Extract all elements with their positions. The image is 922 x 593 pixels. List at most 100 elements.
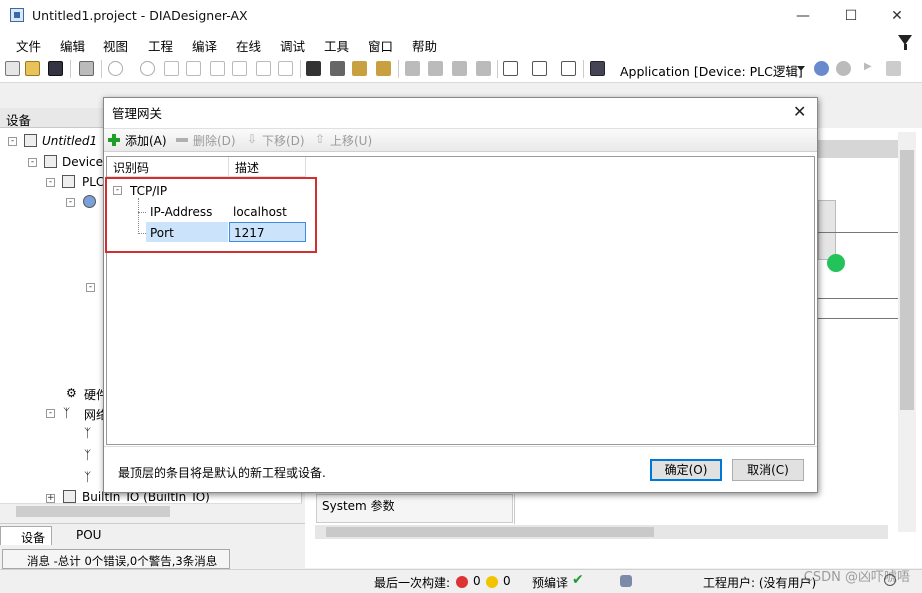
menu-tools[interactable]: 工具 [324,36,349,55]
layout-icon[interactable] [532,61,547,76]
tab-pou[interactable]: POU [56,526,107,545]
hardware-icon: ⚙ [66,386,77,400]
move-up-button[interactable]: 上移(U) [330,132,372,149]
move-down-button[interactable]: 下移(D) [262,132,305,149]
system-params-label: System 参数 [322,499,395,513]
divider [514,494,515,524]
menu-help[interactable]: 帮助 [412,36,437,55]
io-icon [63,490,76,503]
export-icon[interactable] [561,61,576,76]
menu-build[interactable]: 编译 [192,36,217,55]
find-next-icon[interactable] [352,61,367,76]
maximize-icon[interactable]: ☐ [828,6,874,26]
menu-project[interactable]: 工程 [148,36,173,55]
cancel-button[interactable]: 取消(C) [732,459,804,481]
print-icon[interactable] [79,61,94,76]
add-icon [108,134,120,146]
collapse-icon[interactable]: - [28,158,37,167]
chevron-down-icon[interactable] [797,66,805,71]
find-replace-icon[interactable] [330,61,345,76]
precompile-label: 预编译 [532,576,569,590]
open-icon[interactable] [25,61,40,76]
window-icon[interactable] [503,61,518,76]
add-button[interactable]: 添加(A) [125,132,167,149]
highlight-box [105,177,317,253]
minimize-icon[interactable]: — [780,6,826,26]
column-header-desc[interactable]: 描述 [229,157,306,177]
stop-icon[interactable] [886,61,901,76]
divider [104,446,817,447]
device-image [818,200,836,260]
back-icon[interactable] [108,61,123,76]
paste-icon[interactable] [256,61,271,76]
scrollbar-thumb[interactable] [900,150,914,410]
network-node-icon: ᛉ [84,426,92,440]
network-node-icon: ᛉ [84,470,92,484]
logout-icon[interactable] [836,61,851,76]
find-icon[interactable] [306,61,321,76]
new-icon[interactable] [5,61,20,76]
messages-summary[interactable]: 消息 -总计 0个错误,0个警告,3条消息 [2,549,230,569]
bookmark-icon[interactable] [405,61,420,76]
collapse-icon[interactable]: - [66,198,75,207]
arrow-up-icon: ⇧ [315,132,326,146]
undo-icon[interactable] [164,61,179,76]
filter-icon[interactable] [898,35,912,50]
settings-icon[interactable] [884,574,896,586]
application-selector[interactable]: Application [Device: PLC逻辑] [620,61,803,80]
close-icon[interactable]: ✕ [874,6,920,26]
collapse-icon[interactable]: - [86,283,95,292]
scrollbar-thumb[interactable] [326,527,654,537]
cut-icon[interactable] [210,61,225,76]
find-prev-icon[interactable] [376,61,391,76]
warning-count: 0 [503,574,511,588]
error-count: 0 [473,574,481,588]
menu-bar: 文件 编辑 视图 工程 编译 在线 调试 工具 窗口 帮助 [0,31,922,55]
menu-debug[interactable]: 调试 [280,36,305,55]
dialog-title: 管理网关 [112,106,163,121]
menu-edit[interactable]: 编辑 [60,36,85,55]
collapse-icon[interactable]: - [8,137,17,146]
network-node-icon: ᛉ [84,448,92,462]
status-indicator [827,254,845,272]
ok-button[interactable]: 确定(O) [650,459,722,481]
project-icon [24,134,37,147]
run-icon[interactable]: ▶ [864,61,879,76]
collapse-icon[interactable]: - [46,409,55,418]
dialog-hint: 最顶层的条目将是默认的新工程或设备. [118,466,326,480]
bookmark-prev-icon[interactable] [428,61,443,76]
redo-icon[interactable] [186,61,201,76]
forward-icon[interactable] [140,61,155,76]
check-icon: ✔ [572,572,584,588]
delete-icon[interactable] [278,61,293,76]
tab-devices[interactable]: 设备 [0,526,53,545]
bookmark-clear-icon[interactable] [476,61,491,76]
menu-window[interactable]: 窗口 [368,36,393,55]
arrow-down-icon: ⇩ [247,132,258,146]
delete-button[interactable]: 删除(D) [193,132,236,149]
login-icon[interactable] [814,61,829,76]
close-icon[interactable]: ✕ [793,102,806,121]
last-build-label: 最后一次构建: [374,576,451,590]
plc-icon [62,175,75,188]
online-icon[interactable] [620,575,632,587]
menu-online[interactable]: 在线 [236,36,261,55]
menu-file[interactable]: 文件 [16,36,41,55]
error-icon [456,576,468,588]
warning-icon [486,576,498,588]
menu-view[interactable]: 视图 [103,36,128,55]
collapse-icon[interactable]: - [46,178,55,187]
device-icon[interactable] [590,61,605,76]
gear-icon [83,195,96,208]
remove-icon [176,138,188,142]
tree-item-project[interactable]: Untitled1 [42,134,97,148]
copy-icon[interactable] [232,61,247,76]
column-header-id[interactable]: 识别码 [107,157,229,177]
window-title: Untitled1.project - DIADesigner-AX [32,8,248,23]
app-icon [10,8,24,22]
scrollbar-thumb[interactable] [16,506,170,517]
save-icon[interactable] [48,61,63,76]
expand-icon[interactable]: + [46,494,55,503]
bookmark-next-icon[interactable] [452,61,467,76]
tree-item-plc[interactable]: PLC [82,175,104,189]
